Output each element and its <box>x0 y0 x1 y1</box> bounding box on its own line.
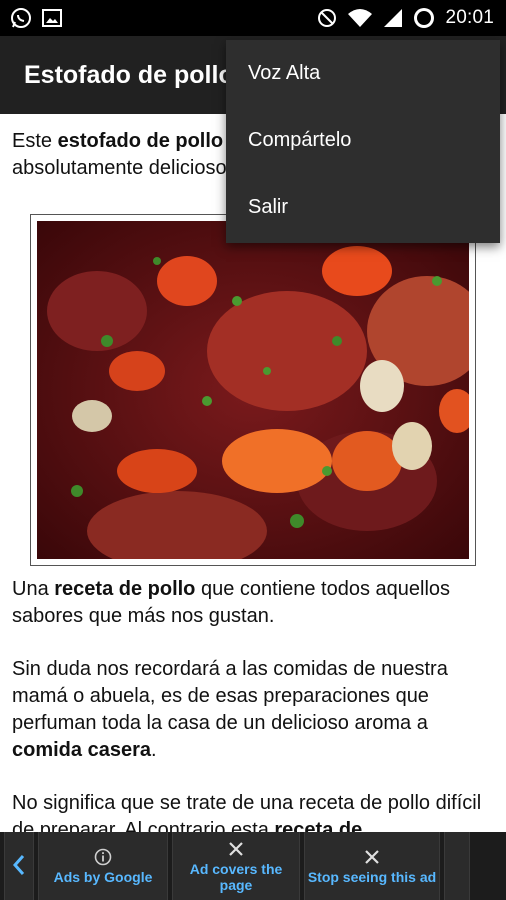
close-icon <box>364 847 380 867</box>
chicken-stew-photo <box>37 221 469 559</box>
ads-by-google-label: Ads by Google <box>53 869 153 885</box>
image-icon <box>42 8 62 28</box>
ad-bar: Ads by Google Ad covers the page Stop se… <box>0 832 506 900</box>
ad-covers-page-button[interactable]: Ad covers the page <box>172 832 300 900</box>
stop-seeing-label: Stop seeing this ad <box>307 869 437 885</box>
recipe-paragraph: Una receta de pollo que contiene todos a… <box>12 578 451 627</box>
info-icon <box>94 847 112 867</box>
recipe-photo-frame <box>30 214 476 566</box>
ad-back-button[interactable] <box>4 832 34 900</box>
menu-item-voz-alta[interactable]: Voz Alta <box>226 40 500 107</box>
menu-item-share[interactable]: Compártelo <box>226 107 500 174</box>
battery-icon <box>413 7 435 29</box>
wifi-icon <box>347 8 373 28</box>
stop-seeing-ad-button[interactable]: Stop seeing this ad <box>304 832 440 900</box>
intro-paragraph: Este estofado de pollo esabsolutamente d… <box>12 130 250 179</box>
status-time: 20:01 <box>445 7 494 28</box>
memory-paragraph: Sin duda nos recordará a las comidas de … <box>12 658 448 761</box>
whatsapp-icon <box>10 7 32 29</box>
ad-bar-end <box>444 832 470 900</box>
menu-item-exit[interactable]: Salir <box>226 174 500 241</box>
ad-covers-label: Ad covers the page <box>189 861 283 893</box>
signal-icon <box>383 8 403 28</box>
status-bar: 20:01 <box>0 0 506 36</box>
close-icon <box>228 839 244 859</box>
overflow-menu: Voz Alta Compártelo Salir <box>226 40 500 243</box>
chevron-left-icon <box>12 854 26 879</box>
difficulty-paragraph: No significa que se trate de una receta … <box>12 792 482 834</box>
page-title: Estofado de pollo <box>24 60 234 89</box>
do-not-disturb-icon <box>317 8 337 28</box>
ads-by-google-button[interactable]: Ads by Google <box>38 832 168 900</box>
